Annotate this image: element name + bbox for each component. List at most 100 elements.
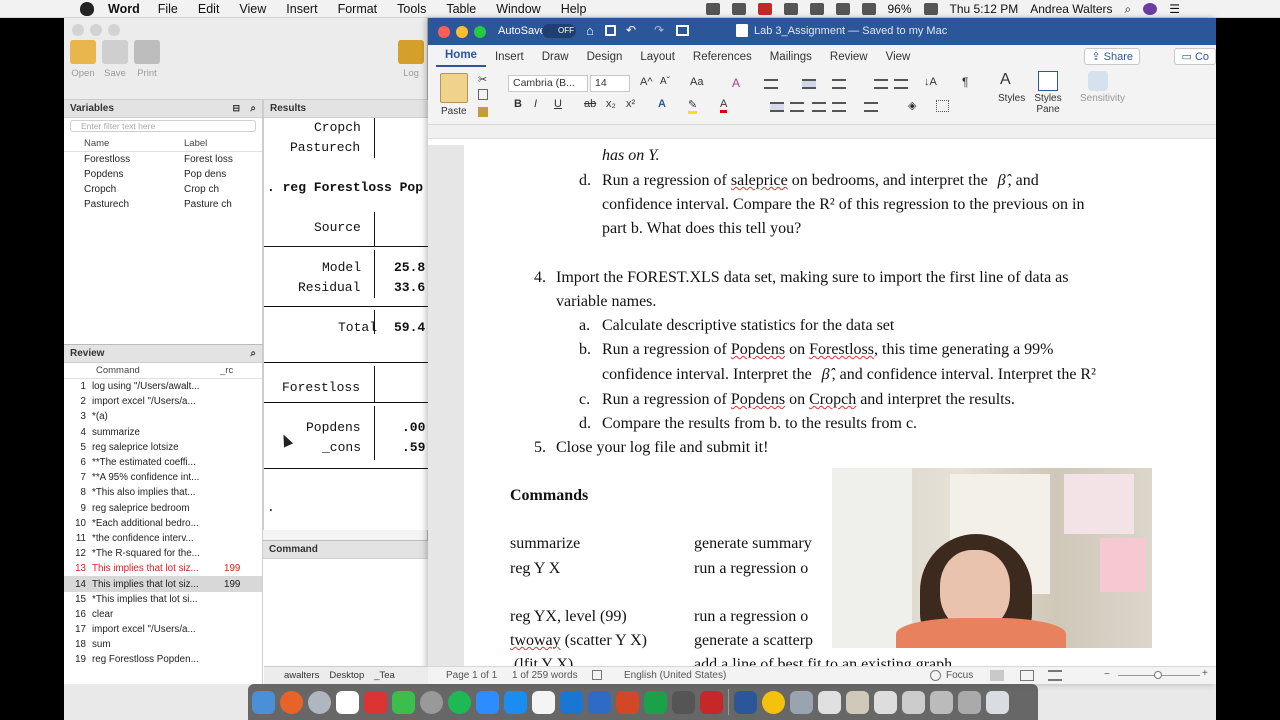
web-layout-icon[interactable] xyxy=(1048,670,1062,681)
comments-button[interactable]: ▭ Co xyxy=(1174,48,1216,65)
word-zoom-button[interactable] xyxy=(474,26,486,38)
open-button[interactable]: Open xyxy=(66,40,100,79)
tab-insert[interactable]: Insert xyxy=(486,51,533,67)
cut-icon[interactable]: ✂ xyxy=(478,73,487,86)
bluetooth-icon[interactable] xyxy=(809,3,824,15)
share-button[interactable]: ⇪ Share xyxy=(1084,48,1140,65)
shrink-font-icon[interactable]: Aˇ xyxy=(660,76,670,87)
col-name[interactable]: Name xyxy=(64,138,164,149)
line-spacing-icon[interactable] xyxy=(864,102,878,112)
tab-design[interactable]: Design xyxy=(578,51,632,67)
stata-app-icon[interactable] xyxy=(560,690,583,714)
variable-row[interactable]: Cropch Crop ch xyxy=(64,182,262,197)
stata-zoom-button[interactable] xyxy=(108,24,120,36)
zoom-icon[interactable] xyxy=(476,690,499,714)
pane-layout-icon[interactable]: ⊟ xyxy=(232,103,240,114)
menu-view[interactable]: View xyxy=(239,2,266,16)
stata-close-button[interactable] xyxy=(72,24,84,36)
clipboard-icon[interactable] xyxy=(440,73,468,103)
review-row[interactable]: 1 log using "/Users/awalt... xyxy=(64,379,262,394)
styles-button[interactable]: Styles xyxy=(998,93,1025,104)
justify-icon[interactable] xyxy=(832,102,846,112)
apple-menu-icon[interactable] xyxy=(80,1,94,16)
variable-row[interactable]: Forestloss Forest loss xyxy=(64,152,262,167)
multilevel-list-icon[interactable] xyxy=(832,79,846,89)
review-row[interactable]: 11 *the confidence interv... xyxy=(64,531,262,546)
change-case-icon[interactable]: Aa xyxy=(690,76,703,88)
shading-icon[interactable]: ◈ xyxy=(908,99,916,112)
zoom-in-icon[interactable]: + xyxy=(1202,668,1208,679)
word-close-button[interactable] xyxy=(438,26,450,38)
tab-view[interactable]: View xyxy=(877,51,920,67)
redo-icon[interactable]: ↷ xyxy=(654,23,664,37)
recording-icon[interactable] xyxy=(757,3,772,15)
menu-format[interactable]: Format xyxy=(338,2,378,16)
highlight-icon[interactable]: ✎ xyxy=(688,98,698,114)
col-command[interactable]: Command xyxy=(92,365,220,376)
tab-review[interactable]: Review xyxy=(821,51,877,67)
command-pane[interactable]: Command xyxy=(263,540,428,684)
page-count[interactable]: Page 1 of 1 xyxy=(446,670,497,681)
app-grid-icon[interactable] xyxy=(588,690,611,714)
subscript-icon[interactable]: x₂ xyxy=(606,98,616,110)
language[interactable]: English (United States) xyxy=(624,670,726,681)
skype-icon[interactable] xyxy=(504,690,527,714)
messages-icon[interactable] xyxy=(392,690,415,714)
show-marks-icon[interactable]: ¶ xyxy=(962,75,968,89)
tab-home[interactable]: Home xyxy=(436,49,486,67)
col-rc[interactable]: _rc xyxy=(220,365,260,376)
launchpad-icon[interactable] xyxy=(308,690,331,714)
variable-row[interactable]: Pasturech Pasture ch xyxy=(64,197,262,212)
review-row[interactable]: 13 This implies that lot siz... 199 xyxy=(64,561,262,576)
sort-icon[interactable]: ↓A xyxy=(924,76,937,88)
wifi-icon[interactable] xyxy=(835,3,850,15)
time-machine-icon[interactable] xyxy=(783,3,798,15)
document-title[interactable]: Lab 3_Assignment — Saved to my Mac xyxy=(754,25,947,37)
paste-button[interactable]: Paste xyxy=(441,106,467,117)
review-row[interactable]: 2 import excel "/Users/a... xyxy=(64,394,262,409)
review-row[interactable]: 5 reg saleprice lotsize xyxy=(64,440,262,455)
read-mode-icon[interactable] xyxy=(990,670,1004,681)
borders-icon[interactable] xyxy=(936,100,949,112)
save-icon[interactable] xyxy=(605,25,616,36)
autosave-toggle[interactable]: OFF xyxy=(542,24,576,38)
align-center-icon[interactable] xyxy=(790,102,804,112)
tab-references[interactable]: References xyxy=(684,51,761,67)
battery-percent[interactable]: 96% xyxy=(888,2,912,16)
word-app-icon[interactable] xyxy=(734,690,757,714)
menu-file[interactable]: File xyxy=(158,2,178,16)
review-row[interactable]: 7 **A 95% confidence int... xyxy=(64,470,262,485)
print-button[interactable]: Print xyxy=(130,40,164,79)
preview-icon[interactable] xyxy=(790,690,813,714)
copy-icon[interactable] xyxy=(478,89,488,100)
dropbox-icon[interactable] xyxy=(731,3,746,15)
format-painter-icon[interactable] xyxy=(478,107,488,117)
variable-filter-input[interactable]: Enter filter text here xyxy=(70,120,256,132)
screenshot-icon[interactable] xyxy=(902,690,925,714)
spotlight-search-icon[interactable]: ⌕ xyxy=(1125,2,1132,17)
strikethrough-icon[interactable]: ab xyxy=(584,98,596,110)
photo-booth-icon[interactable] xyxy=(364,690,387,714)
review-row[interactable]: 18 sum xyxy=(64,637,262,652)
review-search-icon[interactable]: ⌕ xyxy=(250,348,256,359)
path-item-awalters[interactable]: awalters xyxy=(284,670,319,681)
trash-icon[interactable] xyxy=(986,690,1009,714)
zoom-out-icon[interactable]: − xyxy=(1104,669,1110,680)
path-item-desktop[interactable]: Desktop xyxy=(329,670,364,681)
menu-insert[interactable]: Insert xyxy=(286,2,317,16)
review-row[interactable]: 6 **The estimated coeffi... xyxy=(64,455,262,470)
menu-table[interactable]: Table xyxy=(446,2,476,16)
font-name-dropdown[interactable]: Cambria (B... xyxy=(508,75,588,92)
sensitivity-button[interactable]: Sensitivity xyxy=(1080,93,1125,104)
menu-help[interactable]: Help xyxy=(561,2,587,16)
col-label[interactable]: Label xyxy=(164,138,262,149)
document-stack-icon[interactable] xyxy=(818,690,841,714)
menu-edit[interactable]: Edit xyxy=(198,2,220,16)
clock[interactable]: Thu 5:12 PM xyxy=(950,2,1019,16)
home-icon[interactable]: ⌂ xyxy=(586,23,594,38)
siri-icon[interactable] xyxy=(1143,3,1158,15)
firefox-icon[interactable] xyxy=(280,690,303,714)
stata-minimize-button[interactable] xyxy=(90,24,102,36)
font-size-dropdown[interactable]: 14 xyxy=(590,75,630,92)
undo-icon[interactable]: ↶ xyxy=(626,23,636,37)
